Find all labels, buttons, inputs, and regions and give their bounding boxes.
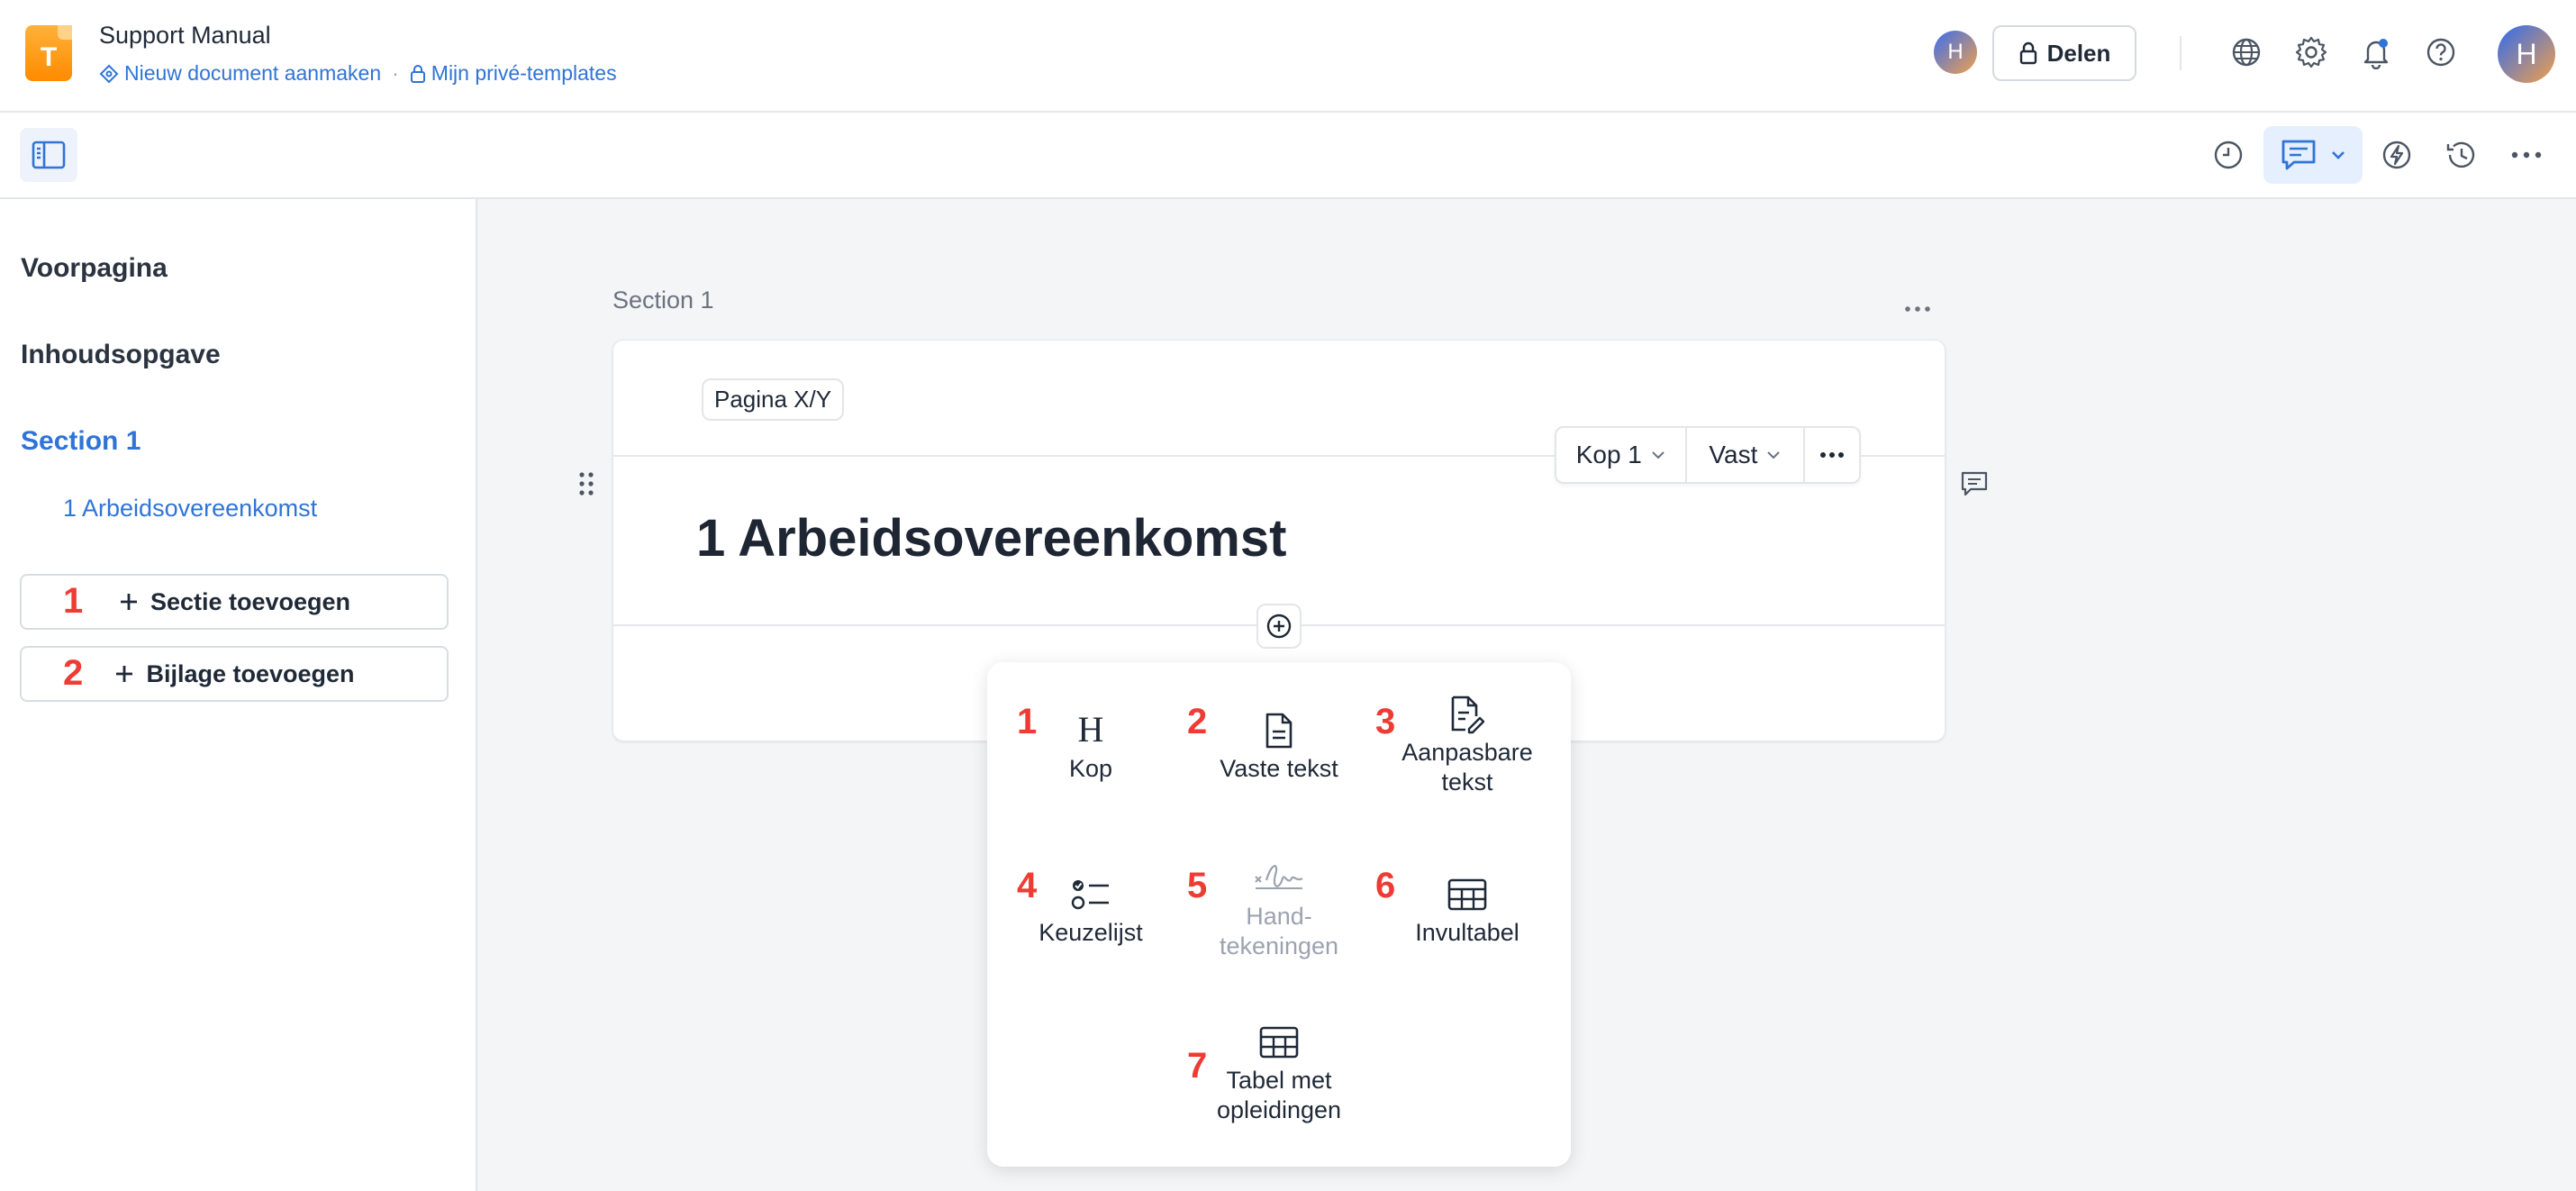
insert-choice-list-option[interactable]: 4 Keuzelijst: [1001, 866, 1181, 948]
chevron-down-icon: [2332, 151, 2345, 159]
insert-block-button[interactable]: [1256, 604, 1302, 649]
top-bar: T Support Manual Nieuw document aanmaken…: [0, 0, 2576, 113]
lock-icon: [2019, 41, 2036, 65]
page-number-field[interactable]: Pagina X/Y: [702, 378, 845, 421]
block-style-toolbar: Kop 1 Vast: [1555, 426, 1861, 484]
document-icon: [1189, 707, 1369, 754]
insert-fillable-table-option[interactable]: 6 Invultabel: [1375, 866, 1557, 948]
signature-icon: [1189, 855, 1369, 902]
new-document-link[interactable]: Nieuw document aanmaken: [99, 61, 381, 86]
sidebar-item-voorpagina[interactable]: Voorpagina: [21, 253, 168, 284]
add-section-button[interactable]: 1 Sectie toevoegen: [20, 574, 449, 630]
annotation-badge: 6: [1375, 866, 1396, 905]
help-icon[interactable]: [2423, 34, 2459, 70]
drag-handle-icon[interactable]: [576, 470, 596, 502]
link-separator: ·: [392, 61, 399, 85]
sidebar-icon: [32, 141, 66, 169]
annotation-badge: 2: [1187, 702, 1208, 741]
insert-editable-text-option[interactable]: 3 Aanpasbare tekst: [1375, 691, 1557, 797]
plus-circle-icon: [1266, 614, 1292, 639]
more-options-icon[interactable]: [2506, 134, 2547, 176]
plus-icon: [116, 666, 133, 682]
app-logo[interactable]: T: [25, 25, 72, 81]
chevron-down-icon: [1652, 451, 1664, 459]
svg-text:H: H: [1078, 713, 1104, 749]
plus-icon: [120, 594, 137, 610]
add-comment-icon[interactable]: [1960, 470, 1989, 502]
heading-level-dropdown[interactable]: Kop 1: [1556, 428, 1687, 482]
private-templates-link[interactable]: Mijn privé-templates: [410, 61, 617, 86]
comments-button[interactable]: [2263, 126, 2363, 184]
share-button[interactable]: Delen: [1992, 25, 2136, 81]
section-title: Section 1: [612, 286, 714, 314]
clock-icon[interactable]: [2208, 134, 2249, 176]
annotation-badge: 5: [1187, 866, 1208, 905]
annotation-badge: 1: [63, 581, 84, 621]
annotation-badge: 4: [1017, 866, 1038, 905]
insert-fixed-text-option[interactable]: 2 Vaste tekst: [1187, 702, 1369, 784]
table-icon: [1189, 1019, 1369, 1066]
lock-icon: [410, 64, 425, 83]
table-icon: [1377, 871, 1557, 918]
document-title[interactable]: Support Manual: [99, 22, 271, 50]
collaborator-avatar[interactable]: H: [1934, 31, 1977, 74]
annotation-badge: 2: [63, 653, 84, 693]
diamond-icon: [99, 64, 119, 83]
insert-heading-option[interactable]: 1 H Kop: [1001, 702, 1181, 784]
annotation-badge: 1: [1017, 702, 1038, 741]
annotation-badge: 7: [1187, 1046, 1208, 1086]
chevron-down-icon: [1767, 451, 1781, 459]
insert-signatures-option[interactable]: 5 Hand-tekeningen: [1187, 855, 1369, 961]
sidebar-item-inhoudsopgave[interactable]: Inhoudsopgave: [21, 340, 221, 370]
section-more-options-icon[interactable]: [1904, 290, 1931, 321]
document-heading[interactable]: 1 Arbeidsovereenkomst: [696, 508, 1286, 568]
gear-icon[interactable]: [2293, 34, 2329, 70]
lightning-icon[interactable]: [2376, 134, 2417, 176]
block-more-options-icon[interactable]: [1805, 428, 1859, 482]
editor-toolbar: [0, 113, 2576, 199]
globe-icon[interactable]: [2228, 34, 2264, 70]
insert-training-table-option[interactable]: 7 Tabel met opleidingen: [1187, 1019, 1369, 1125]
lock-mode-dropdown[interactable]: Vast: [1687, 428, 1806, 482]
add-appendix-button[interactable]: 2 Bijlage toevoegen: [20, 646, 449, 702]
document-edit-icon: [1377, 691, 1557, 738]
user-avatar[interactable]: H: [2498, 25, 2555, 83]
sidebar-item-section-1[interactable]: Section 1: [21, 426, 141, 457]
header-links: Nieuw document aanmaken · Mijn privé-tem…: [99, 61, 617, 86]
outline-sidebar: Voorpagina Inhoudsopgave Section 1 1 Arb…: [0, 199, 477, 1191]
sidebar-toggle-button[interactable]: [20, 128, 77, 182]
comment-icon: [2281, 140, 2316, 170]
header-divider: [2180, 36, 2181, 70]
bell-icon[interactable]: [2358, 34, 2394, 70]
sidebar-subitem-arbeidsovereenkomst[interactable]: 1 Arbeidsovereenkomst: [63, 495, 317, 523]
history-icon[interactable]: [2441, 134, 2482, 176]
annotation-badge: 3: [1375, 702, 1396, 741]
insert-block-menu: 1 H Kop 2 Vaste tekst 3 Aanpasbare tekst…: [987, 662, 1571, 1167]
